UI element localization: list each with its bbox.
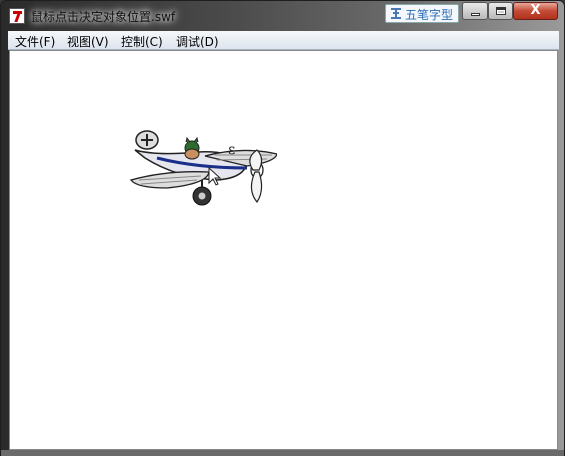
- window-title: 鼠标点击决定对象位置.swf: [31, 10, 176, 24]
- maximize-button[interactable]: [488, 2, 513, 20]
- stage-area[interactable]: ε: [9, 50, 558, 450]
- ime-label: 五笔字型: [405, 8, 454, 22]
- ime-logo-icon: [391, 8, 401, 19]
- close-button[interactable]: X: [513, 2, 558, 20]
- menu-debug[interactable]: 调试(D): [176, 33, 219, 50]
- plane-letter: ε: [228, 142, 235, 158]
- title-bar[interactable]: 鼠标点击决定对象位置.swf 五笔字型 X: [1, 1, 564, 31]
- player-window: 鼠标点击决定对象位置.swf 五笔字型 X 文件(F) 视图(V) 控制(C) …: [0, 0, 565, 456]
- flash-player-icon: [9, 8, 25, 24]
- airplane-image[interactable]: ε: [127, 128, 277, 208]
- menu-view[interactable]: 视图(V): [67, 33, 109, 50]
- window-bottom-border: [1, 450, 564, 456]
- ime-indicator[interactable]: 五笔字型: [385, 4, 459, 23]
- minimize-button[interactable]: [462, 2, 488, 20]
- menu-bar: 文件(F) 视图(V) 控制(C) 调试(D): [8, 31, 559, 50]
- close-icon: X: [530, 3, 541, 18]
- menu-control[interactable]: 控制(C): [121, 33, 163, 50]
- menu-file[interactable]: 文件(F): [15, 33, 55, 50]
